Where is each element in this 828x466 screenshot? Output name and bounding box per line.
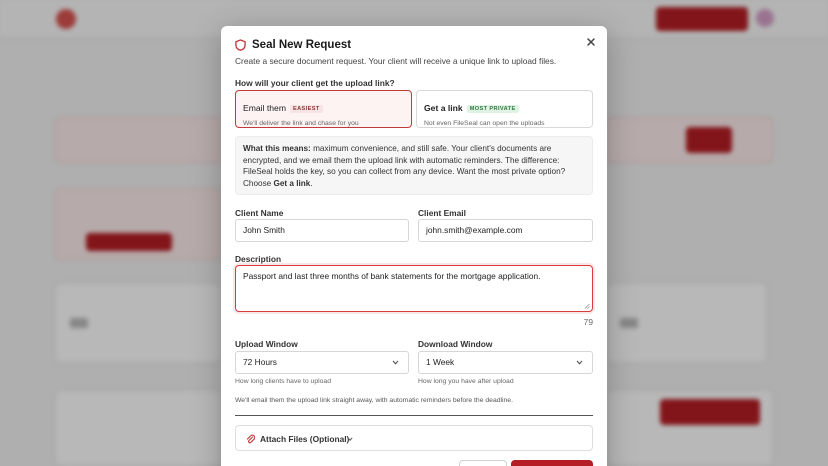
info-emphasis: Get a link xyxy=(273,178,311,188)
chevron-down-icon xyxy=(392,360,399,365)
resize-grip-icon[interactable] xyxy=(584,303,590,309)
modal-header: Seal New Request xyxy=(235,39,351,51)
close-icon[interactable] xyxy=(585,36,597,48)
download-window-value: 1 Week xyxy=(426,357,455,367)
reminder-note: We'll email them the upload link straigh… xyxy=(235,397,513,404)
chevron-down-icon xyxy=(347,437,353,441)
upload-window-value: 72 Hours xyxy=(243,357,277,367)
modal-description: Create a secure document request. Your c… xyxy=(235,56,557,66)
client-name-input[interactable]: John Smith xyxy=(235,219,409,242)
upload-window-label: Upload Window xyxy=(235,339,298,349)
upload-window-select[interactable]: 72 Hours xyxy=(235,351,409,374)
option-get-a-link[interactable]: Get a link MOST PRIVATE Not even FileSeal… xyxy=(416,90,593,128)
attach-files-label: Attach Files (Optional) xyxy=(260,434,350,444)
attach-files-toggle[interactable]: Attach Files (Optional) xyxy=(235,425,593,451)
modal-title: Seal New Request xyxy=(252,39,352,51)
description-label: Description xyxy=(235,254,282,264)
cancel-button[interactable] xyxy=(459,460,507,466)
character-count: 79 xyxy=(583,317,593,327)
client-email-input[interactable]: john.smith@example.com xyxy=(418,219,593,242)
option-email-them[interactable]: Email them EASIEST We'll deliver the link… xyxy=(235,90,412,128)
most-private-badge: MOST PRIVATE xyxy=(466,105,519,113)
description-textarea[interactable]: Passport and last three months of bank s… xyxy=(235,265,593,312)
upload-window-hint: How long clients have to upload xyxy=(235,378,331,385)
chevron-down-icon xyxy=(576,360,583,365)
seal-request-modal: Seal New Request Create a secure documen… xyxy=(221,26,607,466)
option-label: Email them xyxy=(243,103,286,113)
description-text: Passport and last three months of bank s… xyxy=(243,271,541,281)
divider xyxy=(235,415,593,416)
info-panel: What this means: maximum convenience, an… xyxy=(235,136,593,195)
info-tail: . xyxy=(310,178,313,188)
shield-icon xyxy=(235,39,246,51)
submit-button[interactable] xyxy=(511,460,593,466)
client-name-label: Client Name xyxy=(235,208,284,218)
info-lead: What this means: xyxy=(243,144,311,153)
download-window-select[interactable]: 1 Week xyxy=(418,351,593,374)
option-subtext: We'll deliver the link and chase for you xyxy=(243,120,359,127)
option-label: Get a link xyxy=(424,103,463,113)
paperclip-icon xyxy=(246,434,255,444)
easiest-badge: EASIEST xyxy=(289,105,323,113)
client-email-label: Client Email xyxy=(418,208,466,218)
download-window-hint: How long you have after upload xyxy=(418,378,514,385)
delivery-question: How will your client get the upload link… xyxy=(235,78,395,88)
download-window-label: Download Window xyxy=(418,339,493,349)
option-subtext: Not even FileSeal can open the uploads xyxy=(424,120,545,127)
